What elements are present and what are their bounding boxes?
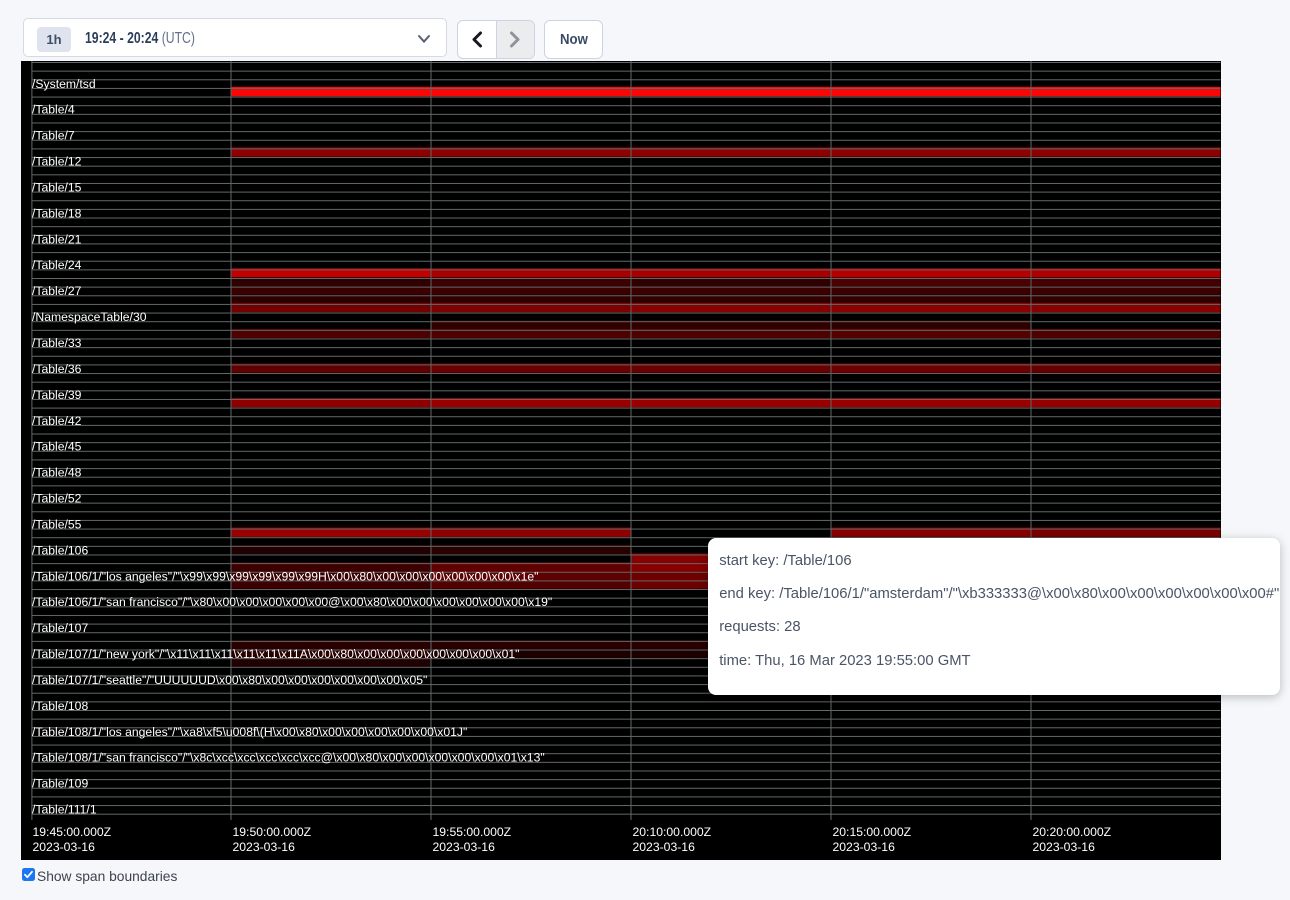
svg-text:/Table/45: /Table/45 bbox=[32, 440, 82, 454]
svg-text:2023-03-16: 2023-03-16 bbox=[833, 840, 896, 854]
svg-text:/Table/107/1/"seattle"/"UUUUUU: /Table/107/1/"seattle"/"UUUUUUD\x00\x80\… bbox=[32, 673, 427, 687]
svg-text:/Table/108: /Table/108 bbox=[32, 699, 88, 713]
svg-text:/Table/109: /Table/109 bbox=[32, 777, 88, 791]
svg-text:/Table/108/1/"los angeles"/"\x: /Table/108/1/"los angeles"/"\xa8\xf5\u00… bbox=[32, 725, 467, 739]
svg-text:20:15:00.000Z: 20:15:00.000Z bbox=[833, 825, 912, 839]
svg-text:/Table/111/1: /Table/111/1 bbox=[32, 803, 97, 817]
svg-text:2023-03-16: 2023-03-16 bbox=[33, 840, 96, 854]
svg-text:19:55:00.000Z: 19:55:00.000Z bbox=[433, 825, 512, 839]
svg-text:/Table/27: /Table/27 bbox=[32, 284, 82, 298]
svg-text:/Table/108/1/"san francisco"/": /Table/108/1/"san francisco"/"\x8c\xcc\x… bbox=[32, 751, 545, 765]
svg-text:/Table/7: /Table/7 bbox=[32, 129, 75, 143]
svg-text:/Table/33: /Table/33 bbox=[32, 336, 82, 350]
svg-text:/Table/12: /Table/12 bbox=[32, 155, 82, 169]
svg-text:2023-03-16: 2023-03-16 bbox=[633, 840, 696, 854]
svg-text:/Table/55: /Table/55 bbox=[32, 517, 82, 531]
svg-text:/Table/4: /Table/4 bbox=[32, 103, 75, 117]
svg-text:19:45:00.000Z: 19:45:00.000Z bbox=[33, 825, 112, 839]
svg-text:/Table/48: /Table/48 bbox=[32, 466, 82, 480]
svg-text:/Table/107: /Table/107 bbox=[32, 621, 88, 635]
svg-text:/Table/39: /Table/39 bbox=[32, 388, 82, 402]
svg-text:/Table/106/1/"los angeles"/"\x: /Table/106/1/"los angeles"/"\x99\x99\x99… bbox=[32, 569, 538, 583]
svg-text:/NamespaceTable/30: /NamespaceTable/30 bbox=[32, 310, 147, 324]
svg-text:/Table/24: /Table/24 bbox=[32, 258, 82, 272]
svg-text:/Table/107/1/"new york"/"\x11\: /Table/107/1/"new york"/"\x11\x11\x11\x1… bbox=[32, 647, 520, 661]
svg-text:/Table/21: /Table/21 bbox=[32, 232, 82, 246]
svg-text:2023-03-16: 2023-03-16 bbox=[1033, 840, 1096, 854]
svg-text:/System/tsd: /System/tsd bbox=[32, 77, 96, 91]
svg-text:2023-03-16: 2023-03-16 bbox=[233, 840, 296, 854]
svg-text:19:50:00.000Z: 19:50:00.000Z bbox=[233, 825, 312, 839]
svg-text:20:20:00.000Z: 20:20:00.000Z bbox=[1033, 825, 1112, 839]
svg-text:/Table/18: /Table/18 bbox=[32, 206, 82, 220]
svg-text:/Table/106: /Table/106 bbox=[32, 543, 88, 557]
svg-text:/Table/106/1/"san francisco"/": /Table/106/1/"san francisco"/"\x80\x00\x… bbox=[32, 595, 552, 609]
svg-text:/Table/36: /Table/36 bbox=[32, 362, 82, 376]
svg-text:2023-03-16: 2023-03-16 bbox=[433, 840, 496, 854]
svg-text:/Table/42: /Table/42 bbox=[32, 414, 82, 428]
svg-text:/Table/52: /Table/52 bbox=[32, 492, 82, 506]
svg-text:20:10:00.000Z: 20:10:00.000Z bbox=[633, 825, 712, 839]
svg-text:/Table/15: /Table/15 bbox=[32, 180, 82, 194]
